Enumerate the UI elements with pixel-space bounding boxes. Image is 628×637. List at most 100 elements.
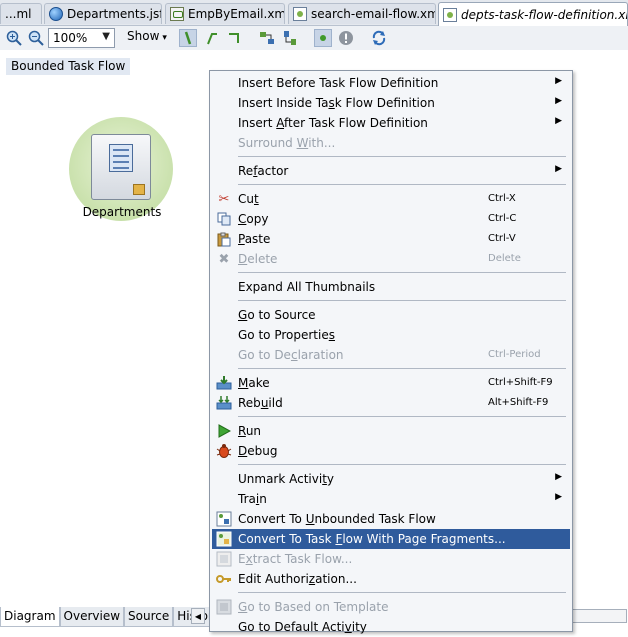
chevron-down-icon: ▼ (102, 31, 110, 42)
task-flow-icon (293, 7, 307, 21)
orthogonal-line-button[interactable] (225, 29, 243, 47)
menu-item-copy[interactable]: Copy Ctrl-C (212, 209, 570, 229)
show-activity-button[interactable] (314, 29, 332, 47)
zoom-out-icon (28, 30, 44, 46)
zoom-in-icon (6, 30, 22, 46)
scroll-left-button[interactable]: ◀ (191, 608, 205, 624)
tab-label: ...ml (5, 7, 32, 21)
show-menu-button[interactable]: Show ▾ (127, 29, 167, 47)
refresh-button[interactable] (370, 29, 388, 47)
shortcut-label: Ctrl-V (488, 233, 516, 244)
menu-item-train[interactable]: Train ▶ (212, 489, 570, 509)
chevron-down-icon: ▾ (162, 33, 167, 43)
refresh-icon (372, 30, 386, 46)
menu-separator (238, 300, 566, 301)
task-flow-icon (443, 7, 457, 22)
menu-item-refactor[interactable]: Refactor ▶ (212, 161, 570, 181)
breadcrumb[interactable]: Bounded Task Flow (6, 58, 131, 75)
paste-icon (216, 231, 232, 247)
menu-item-unmark-activity[interactable]: Unmark Activity ▶ (212, 469, 570, 489)
debug-bug-icon (216, 443, 232, 459)
shortcut-label: Ctrl-Period (488, 349, 541, 360)
zoom-in-button[interactable] (5, 29, 23, 47)
arrow-left-icon: ◀ (194, 611, 202, 621)
tab-label: search-email-flow.xml (311, 7, 436, 21)
zoom-out-button[interactable] (27, 29, 45, 47)
menu-item-convert-unbounded[interactable]: Convert To Unbounded Task Flow (212, 509, 570, 529)
layout-horizontal-button[interactable] (258, 29, 276, 47)
menu-item-debug[interactable]: Debug (212, 441, 570, 461)
menu-separator (238, 416, 566, 417)
tab-overview[interactable]: Overview (59, 607, 125, 627)
tab-label: EmpByEmail.xml (188, 7, 285, 21)
menu-item-make[interactable]: Make Ctrl+Shift-F9 (212, 373, 570, 393)
page-document-icon (109, 144, 133, 172)
menu-item-edit-authorization[interactable]: Edit Authorization... (212, 569, 570, 589)
shortcut-label: Ctrl-X (488, 193, 516, 204)
menu-item-go-to-properties[interactable]: Go to Properties (212, 325, 570, 345)
editor-tab-bar: ...ml Departments.jsf ✕ EmpByEmail.xml ✕… (0, 0, 628, 26)
menu-item-insert-inside[interactable]: Insert Inside Task Flow Definition ▶ (212, 93, 570, 113)
menu-item-go-to-source[interactable]: Go to Source (212, 305, 570, 325)
tab-label: Departments.jsf (67, 7, 162, 21)
menu-item-expand-thumbnails[interactable]: Expand All Thumbnails (212, 277, 570, 297)
scissors-icon: ✂ (218, 191, 230, 207)
convert-fragments-icon (216, 531, 232, 547)
menu-item-go-to-default-activity[interactable]: Go to Default Activity (212, 617, 570, 637)
layout-horizontal-icon (260, 32, 274, 44)
submenu-arrow-icon: ▶ (555, 492, 562, 502)
menu-item-insert-after[interactable]: Insert After Task Flow Definition ▶ (212, 113, 570, 133)
tab-diagram[interactable]: Diagram (0, 607, 60, 627)
template-icon (216, 599, 232, 615)
menu-item-go-to-declaration: Go to Declaration Ctrl-Period (238, 348, 541, 362)
shortcut-label: Delete (488, 253, 521, 264)
menu-item-delete: ✖ Delete Delete (212, 249, 570, 269)
elbow-connector-icon (207, 33, 217, 45)
delete-x-icon: ✖ (218, 251, 230, 267)
menu-item-cut[interactable]: ✂ Cut Ctrl-X (212, 189, 570, 209)
tab-search-email-flow[interactable]: search-email-flow.xml ✕ (288, 3, 436, 24)
submenu-arrow-icon: ▶ (555, 96, 562, 106)
orthogonal-connector-icon (229, 33, 239, 43)
warning-circle-icon (339, 31, 353, 45)
tab-empbyemail-xml[interactable]: EmpByEmail.xml ✕ (165, 3, 285, 24)
diagram-toolbar: 100% ▼ Show ▾ (0, 26, 628, 50)
tab-partial-xml[interactable]: ...ml (0, 3, 42, 24)
validate-button[interactable] (337, 29, 355, 47)
default-activity-badge-icon (133, 184, 145, 195)
menu-item-rebuild[interactable]: Rebuild Alt+Shift-F9 (212, 393, 570, 413)
tab-source[interactable]: Source (124, 607, 174, 627)
horizontal-scrollbar[interactable] (570, 609, 627, 623)
menu-separator (238, 368, 566, 369)
zoom-level-select[interactable]: 100% ▼ (48, 28, 115, 48)
green-dot-icon (320, 35, 326, 41)
shortcut-label: Ctrl-C (488, 213, 517, 224)
show-label: Show (127, 29, 160, 43)
straight-line-button[interactable] (179, 29, 197, 47)
submenu-arrow-icon: ▶ (555, 472, 562, 482)
xml-file-icon (170, 7, 184, 21)
submenu-arrow-icon: ▶ (555, 164, 562, 174)
menu-separator (238, 184, 566, 185)
copy-icon (216, 211, 232, 227)
tab-departments-jsf[interactable]: Departments.jsf ✕ (44, 3, 162, 24)
make-icon (216, 375, 232, 391)
menu-item-insert-before[interactable]: Insert Before Task Flow Definition ▶ (212, 73, 570, 93)
menu-item-paste[interactable]: Paste Ctrl-V (212, 229, 570, 249)
menu-separator (238, 592, 566, 593)
elbow-line-button[interactable] (203, 29, 221, 47)
tab-depts-task-flow-definition[interactable]: depts-task-flow-definition.xml (438, 2, 628, 26)
shortcut-label: Ctrl+Shift-F9 (488, 377, 553, 388)
view-activity-label[interactable]: Departments (80, 205, 164, 219)
menu-item-run[interactable]: Run (212, 421, 570, 441)
shortcut-label: Alt+Shift-F9 (488, 397, 549, 408)
tab-label: depts-task-flow-definition.xml (461, 7, 628, 22)
menu-item-extract-task-flow: Extract Task Flow... (212, 549, 570, 569)
menu-separator (238, 156, 566, 157)
layout-vertical-button[interactable] (281, 29, 299, 47)
menu-separator (238, 272, 566, 273)
menu-separator (238, 464, 566, 465)
menu-item-convert-page-fragments[interactable]: Convert To Task Flow With Page Fragments… (212, 529, 570, 549)
globe-icon (49, 7, 63, 21)
menu-item-go-to-template: Go to Based on Template (212, 597, 570, 617)
